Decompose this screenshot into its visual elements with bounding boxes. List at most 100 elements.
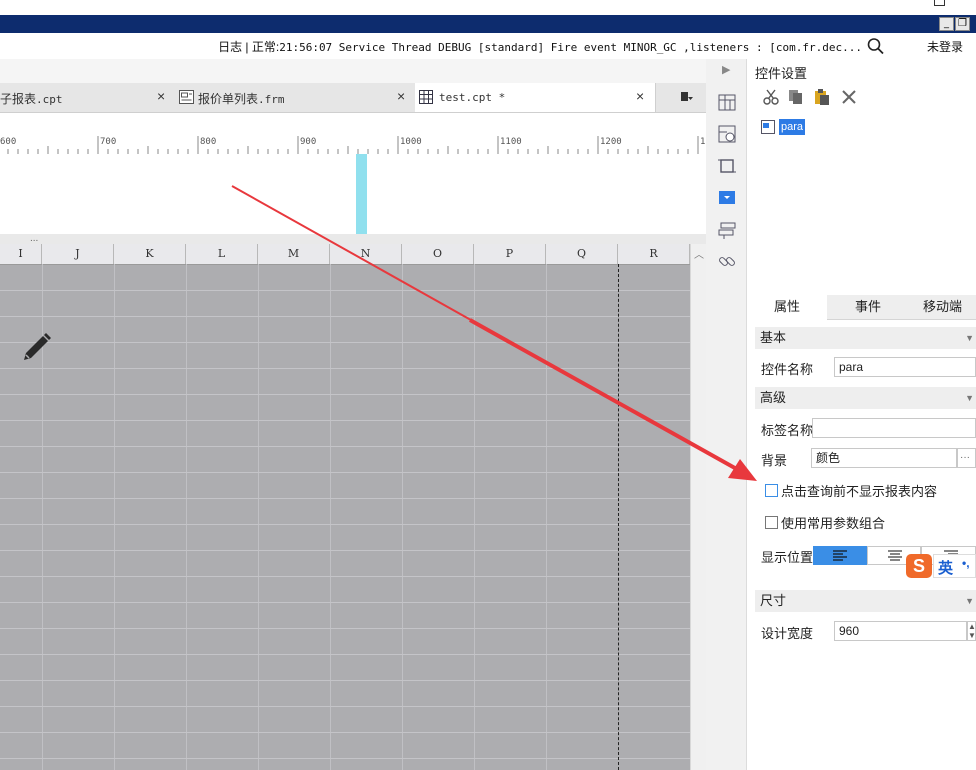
ruler-label: 900 [300,137,317,147]
float-element-icon[interactable] [716,155,738,177]
login-link[interactable]: 未登录 [927,38,963,55]
hide-before-query-checkbox[interactable] [765,484,778,497]
tab-label: test.cpt * [439,91,506,104]
form-file-icon [179,90,194,104]
ime-mode-panel: 英 •, [933,554,976,578]
tab-events[interactable]: 事件 [827,295,909,319]
hide-before-query-label[interactable]: 点击查询前不显示报表内容 [781,481,937,500]
delete-icon[interactable] [840,88,858,106]
grid-column-line [114,264,115,770]
grid-row-line [0,706,690,707]
tab-mobile[interactable]: 移动端 [909,295,976,319]
column-header: I J K L M N O P Q R [0,244,690,265]
close-icon[interactable]: × [636,88,644,104]
tab-test-cpt[interactable]: test.cpt * × [415,83,656,112]
parameter-pane-icon [761,120,775,134]
vertical-scrollbar[interactable]: ︿ [690,244,707,770]
log-prefix: 日志 | 正常: [218,40,280,54]
log-message[interactable]: 日志 | 正常:21:56:07 Service Thread DEBUG [s… [218,38,862,55]
grid-row-line [0,654,690,655]
cell-element-icon[interactable] [716,123,738,145]
ruler-label: 1100 [500,137,522,147]
column-header-cell[interactable]: I [0,244,42,264]
section-size[interactable]: 尺寸 ▼ [755,590,976,612]
column-header-cell[interactable]: R [618,244,690,264]
property-tabs: 属性 事件 移动端 [747,295,976,320]
align-left-button[interactable] [813,546,867,565]
background-more-button[interactable]: ··· [957,448,976,468]
ime-status-badge[interactable]: S 英 •, [906,552,976,580]
top-strip [0,0,976,15]
cut-icon[interactable] [762,88,780,106]
grid-row-line [0,290,690,291]
ruler-label: 1000 [400,137,422,147]
section-basic[interactable]: 基本 ▼ [755,327,976,349]
restore-button[interactable]: ❐ [955,17,970,31]
hyperlink-icon[interactable] [716,251,738,273]
minimize-button[interactable]: _ [939,17,954,31]
grid-row-line [0,368,690,369]
common-params-label[interactable]: 使用常用参数组合 [781,513,885,532]
ime-mode[interactable]: 英 [938,557,953,578]
pane-splitter[interactable]: ... [0,233,706,244]
background-field[interactable]: 颜色 [811,448,957,468]
scroll-up-icon[interactable]: ︿ [694,246,704,261]
condition-attributes-icon[interactable] [716,219,738,241]
tag-name-label: 标签名称 [761,423,814,438]
chevron-down-icon: ▼ [965,393,974,403]
search-icon[interactable] [866,37,886,55]
column-header-cell[interactable]: J [42,244,114,264]
design-width-label: 设计宽度 [761,626,814,641]
close-icon[interactable]: × [157,88,165,104]
design-width-spinner[interactable]: ▲ ▼ [967,621,976,641]
column-header-cell[interactable]: K [114,244,186,264]
design-width-field[interactable]: 960 [834,621,967,641]
grid-column-line [258,264,259,770]
grid-column-line [402,264,403,770]
cell-attributes-icon[interactable] [716,91,738,113]
widget-name-label: 控件名称 [761,362,814,377]
grid-column-line [474,264,475,770]
column-header-cell[interactable]: L [186,244,258,264]
grid-row-line [0,680,690,681]
ruler-label: 700 [100,137,117,147]
ruler-label: 1200 [600,137,622,147]
widget-settings-icon[interactable] [716,187,738,209]
column-header-cell[interactable]: Q [546,244,618,264]
file-tab-bar: 子报表.cpt × 报价单列表.frm × test.cpt * × [0,83,706,113]
ruler-label: 1 [700,137,706,147]
align-center-icon [888,550,902,561]
collapse-arrow-icon[interactable]: ▶ [722,63,730,76]
log-body: 21:56:07 Service Thread DEBUG [standard]… [279,41,862,54]
pencil-icon [24,333,51,360]
column-header-cell[interactable]: N [330,244,402,264]
column-header-cell[interactable]: O [402,244,474,264]
report-file-icon [419,90,433,104]
ime-punct[interactable]: •, [962,556,970,570]
section-advanced[interactable]: 高级 ▼ [755,387,976,409]
close-icon[interactable]: × [397,88,405,104]
panel-toolbar [747,85,976,111]
tag-name-field[interactable] [812,418,976,438]
widget-tree-label[interactable]: para [779,119,806,135]
common-params-checkbox[interactable] [765,516,778,529]
cell-grid[interactable]: I J K L M N O P Q R [0,244,690,770]
tab-quote-list[interactable]: 报价单列表.frm × [176,83,416,112]
widget-name-field[interactable]: para [834,357,976,377]
splitter-handle[interactable]: ... [30,233,38,244]
paste-icon[interactable] [813,88,831,106]
column-header-cell[interactable]: M [258,244,330,264]
grid-row-line [0,316,690,317]
parameter-pane[interactable] [0,154,706,234]
tab-properties[interactable]: 属性 [747,295,827,320]
chevron-down-icon: ▼ [965,333,974,343]
chevron-down-icon: ▼ [965,596,974,606]
title-bar: _ ❐ [0,15,976,33]
tab-list-menu-icon[interactable] [680,90,694,104]
copy-icon[interactable] [787,88,805,106]
tab-subreport[interactable]: 子报表.cpt × [0,83,177,112]
parameter-pane-width-marker[interactable] [356,154,367,234]
tab-spacer [0,59,706,83]
column-header-cell[interactable]: P [474,244,546,264]
tab-label: 子报表.cpt [0,92,63,106]
